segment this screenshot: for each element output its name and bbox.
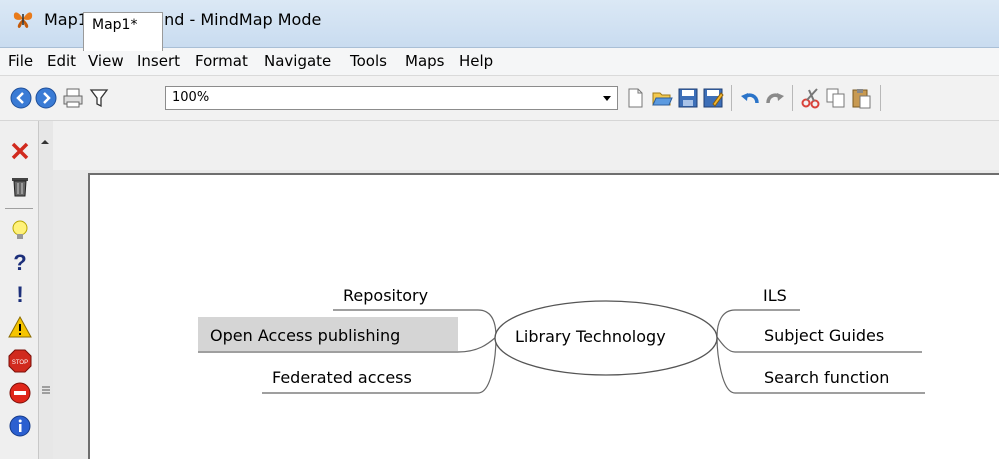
node-root[interactable]: Library Technology bbox=[515, 327, 666, 346]
node-open-access-publishing[interactable]: Open Access publishing bbox=[210, 326, 400, 345]
node-federated-access[interactable]: Federated access bbox=[272, 368, 412, 387]
node-subject-guides[interactable]: Subject Guides bbox=[764, 326, 884, 345]
node-repository[interactable]: Repository bbox=[343, 286, 428, 305]
node-ils[interactable]: ILS bbox=[763, 286, 787, 305]
mindmap-edges bbox=[198, 300, 925, 394]
node-search-function[interactable]: Search function bbox=[764, 368, 889, 387]
